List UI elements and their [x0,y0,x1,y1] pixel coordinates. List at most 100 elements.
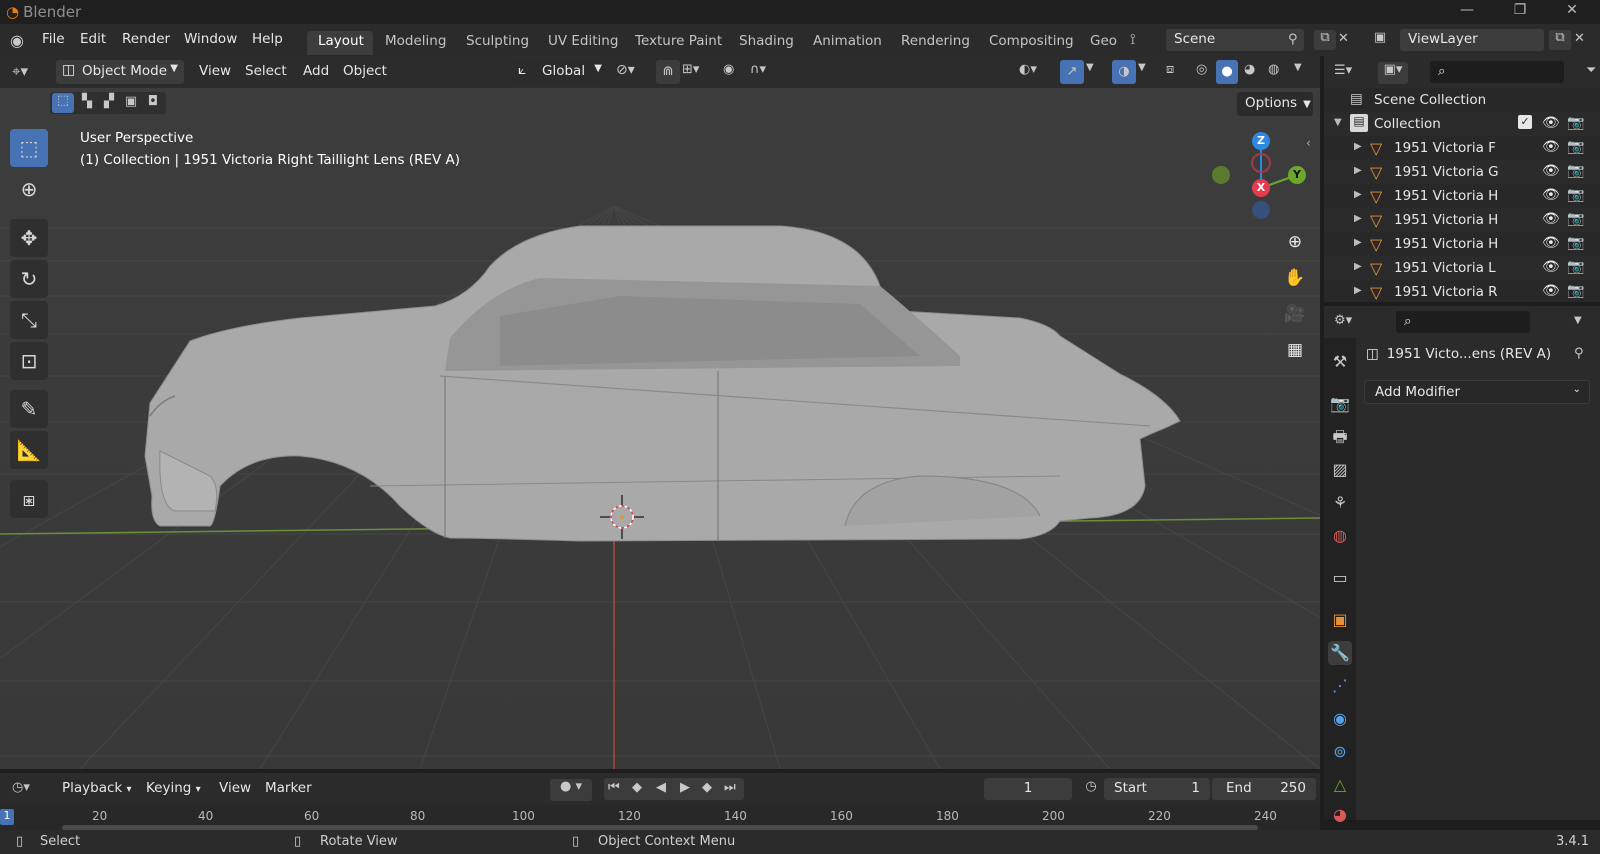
add-cube-tool[interactable]: ⧆ [10,480,48,518]
use-preview-range-icon[interactable]: ◷ [1080,779,1102,794]
rendered-shading-icon[interactable]: ◍ [1268,62,1279,77]
outliner-item[interactable]: ▶ ▽ 1951 Victoria H 👁 📷 [1324,232,1600,256]
select-extend-icon[interactable]: ▚ [76,94,98,109]
select-invert-icon[interactable]: ▣ [120,94,142,109]
outliner-item[interactable]: ▶ ▽ 1951 Victoria F 👁 📷 [1324,136,1600,160]
timeline-menu-playback[interactable]: Playback ▾ [62,780,132,796]
menu-help[interactable]: Help [252,31,283,47]
camera-view-icon[interactable]: 🎥 [1279,298,1311,330]
display-mode-icon[interactable]: ▣▾ [1378,62,1408,84]
camera-icon[interactable]: 📷 [1567,283,1584,299]
tab-shading[interactable]: Shading [739,33,794,49]
gizmo-y-axis[interactable]: Y [1288,166,1306,184]
expand-triangle-icon[interactable]: ▶ [1354,285,1362,296]
camera-icon[interactable]: 📷 [1567,139,1584,155]
menu-file[interactable]: File [42,31,65,47]
scene-selector-icon[interactable]: ⟟ [1130,30,1136,48]
expand-triangle-icon[interactable]: ▶ [1354,165,1362,176]
move-tool[interactable]: ✥ [10,219,48,257]
record-button[interactable]: ● ▾ [550,779,592,801]
viewport-menu-select[interactable]: Select [245,63,287,79]
tab-modeling[interactable]: Modeling [385,33,446,49]
world-tab-icon[interactable]: ◍ [1328,524,1352,548]
camera-icon[interactable]: 📷 [1567,187,1584,203]
blender-menu-icon[interactable]: ◉ [10,31,24,50]
collection-tab-icon[interactable]: ▭ [1328,566,1352,590]
expand-triangle-icon[interactable]: ▶ [1354,261,1362,272]
menu-window[interactable]: Window [184,31,237,47]
playhead[interactable]: 1 [0,809,14,825]
outliner-editor-type-icon[interactable]: ☰▾ [1334,63,1352,78]
properties-editor-type-icon[interactable]: ⚙▾ [1334,313,1352,328]
transform-tool[interactable]: ⊡ [10,342,48,380]
scene-tab-icon[interactable]: ⚘ [1328,491,1352,515]
object-mode-dropdown[interactable]: ◫ Object Mode ▼ [56,60,184,84]
gizmo-z-axis[interactable]: Z [1252,132,1270,150]
3d-viewport[interactable]: Z Y X ⌖▾ ◫ Object Mode ▼ View Select Add … [0,56,1320,769]
tab-animation[interactable]: Animation [813,33,882,49]
close-window-button[interactable]: ✕ [1549,2,1595,22]
proportional-falloff-icon[interactable]: ∩▾ [750,62,766,77]
snap-target-icon[interactable]: ⊞▾ [682,62,699,77]
expand-triangle-icon[interactable]: ▶ [1354,141,1362,152]
collection-checkbox[interactable]: ✓ [1518,115,1532,129]
timeline-editor-type-icon[interactable]: ◷▾ [12,780,30,795]
outliner-item[interactable]: ▶ ▽ 1951 Victoria L 👁 📷 [1324,256,1600,280]
wireframe-shading-icon[interactable]: ◎ [1196,62,1207,77]
expand-triangle-icon[interactable]: ▶ [1354,213,1362,224]
eye-icon[interactable]: 👁 [1542,259,1560,275]
cursor-tool[interactable]: ⊕ [10,170,48,208]
timeline-menu-view[interactable]: View [219,780,251,796]
tab-texture-paint[interactable]: Texture Paint [635,33,722,49]
gizmo-options-icon[interactable]: ▼ [1086,62,1094,73]
current-frame-field[interactable]: 1 [984,778,1072,800]
filter-icon[interactable]: ⏷ [1586,63,1596,78]
pivot-point-icon[interactable]: ⊘▾ [616,62,635,78]
options-dropdown[interactable]: Options ▼ [1237,92,1313,116]
xray-toggle-icon[interactable]: ⧈ [1166,62,1174,77]
show-overlays-icon[interactable]: ◑ [1112,60,1136,84]
zoom-view-icon[interactable]: ⊕ [1279,226,1311,258]
new-view-layer-button[interactable]: ⧉ [1549,30,1571,50]
eye-icon[interactable]: 👁 [1542,187,1560,203]
eye-icon[interactable]: 👁 [1542,235,1560,251]
start-frame-field[interactable]: Start 1 [1104,778,1210,800]
play-reverse-icon[interactable]: ◀ [656,780,666,795]
tab-uv-editing[interactable]: UV Editing [548,33,618,49]
outliner-item[interactable]: ▶ ▽ 1951 Victoria H 👁 📷 [1324,184,1600,208]
viewport-menu-object[interactable]: Object [343,63,387,79]
output-tab-icon[interactable]: 🖶 [1328,425,1352,449]
new-scene-button[interactable]: ⧉ [1314,30,1336,50]
timeline-menu-keying[interactable]: Keying ▾ [146,780,201,796]
camera-icon[interactable]: 📷 [1567,115,1584,131]
view-layer-tab-icon[interactable]: ▨ [1328,458,1352,482]
camera-icon[interactable]: 📷 [1567,259,1584,275]
outliner-collection[interactable]: ▼ ▤ Collection ✓ 👁 📷 [1324,112,1600,136]
maximize-button[interactable]: ❐ [1497,2,1543,22]
delete-view-layer-button[interactable]: ✕ [1574,31,1585,46]
object-data-tab-icon[interactable]: △ [1328,773,1352,797]
pan-view-icon[interactable]: ✋ [1279,262,1311,294]
add-modifier-dropdown[interactable]: Add Modifier ⌄ [1364,380,1590,404]
menu-render[interactable]: Render [122,31,170,47]
next-keyframe-icon[interactable]: ◆ [702,780,712,795]
eye-icon[interactable]: 👁 [1542,139,1560,155]
select-new-icon[interactable]: ⬚ [52,93,74,113]
camera-icon[interactable]: 📷 [1567,235,1584,251]
prev-keyframe-icon[interactable]: ◆ [632,780,642,795]
viewport-menu-add[interactable]: Add [303,63,329,79]
scale-tool[interactable]: ⤡ [10,301,48,339]
outliner-scene-collection[interactable]: ▤ Scene Collection [1324,88,1600,112]
measure-tool[interactable]: 📐 [10,431,48,469]
shading-options-icon[interactable]: ▼ [1294,62,1302,73]
properties-options-icon[interactable]: ▼ [1574,315,1582,326]
select-intersect-icon[interactable]: ◘ [142,94,164,109]
end-frame-field[interactable]: End 250 [1212,778,1316,800]
eye-icon[interactable]: 👁 [1542,163,1560,179]
show-gizmo-icon[interactable]: ↗ [1060,60,1084,84]
proportional-edit-icon[interactable]: ◉ [723,62,734,77]
eye-icon[interactable]: 👁 [1542,211,1560,227]
object-tab-icon[interactable]: ▣ [1328,608,1352,632]
tab-compositing[interactable]: Compositing [989,33,1074,49]
view-layer-icon[interactable]: ▣ [1366,30,1394,45]
